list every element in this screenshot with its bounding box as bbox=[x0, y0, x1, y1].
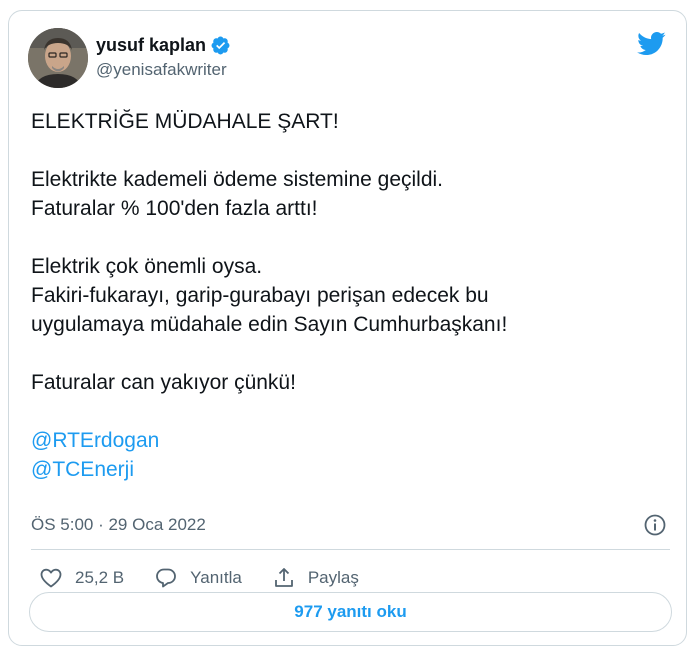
display-name[interactable]: yusuf kaplan bbox=[96, 35, 206, 56]
tweet-line: Elektrikte kademeli ödeme sistemine geçi… bbox=[31, 168, 444, 191]
mention-link-rterdogan[interactable]: @RTErdogan bbox=[31, 426, 671, 455]
avatar-image bbox=[28, 28, 88, 88]
tweet-line: uygulamaya müdahale edin Sayın Cumhurbaş… bbox=[31, 313, 508, 336]
heart-icon bbox=[40, 568, 62, 588]
timestamp-row: ÖS 5:00 · 29 Oca 2022 bbox=[31, 513, 679, 537]
like-count: 25,2 B bbox=[75, 568, 125, 587]
avatar[interactable] bbox=[28, 28, 88, 88]
author-names: yusuf kaplan @yenisafakwriter bbox=[96, 34, 231, 80]
tweet-header: yusuf kaplan @yenisafakwriter bbox=[26, 27, 670, 91]
display-name-row: yusuf kaplan bbox=[96, 34, 231, 56]
tweet-line: Fakiri-fukarayı, garip-gurabayı perişan … bbox=[31, 284, 489, 307]
verified-badge-icon bbox=[211, 36, 230, 54]
tweet-card: yusuf kaplan @yenisafakwriter ELEKTRİĞE … bbox=[8, 10, 687, 646]
tweet-text: ELEKTRİĞE MÜDAHALE ŞART! Elektrikte kade… bbox=[31, 107, 671, 484]
tweet-line: Elektrik çok önemli oysa. bbox=[31, 255, 263, 278]
author-handle[interactable]: @yenisafakwriter bbox=[96, 60, 231, 80]
tweet-line: ELEKTRİĞE MÜDAHALE ŞART! bbox=[31, 110, 339, 133]
divider bbox=[31, 549, 670, 550]
reply-button[interactable]: Yanıtla bbox=[154, 566, 242, 590]
tweet-line: Faturalar can yakıyor çünkü! bbox=[31, 371, 296, 394]
reply-bubble-icon bbox=[156, 568, 177, 588]
read-replies-button[interactable]: 977 yanıtı oku bbox=[29, 592, 672, 632]
share-icon bbox=[274, 568, 293, 587]
like-button[interactable]: 25,2 B bbox=[39, 566, 124, 590]
info-icon[interactable] bbox=[643, 513, 667, 537]
share-label: Paylaş bbox=[307, 568, 359, 587]
action-bar: 25,2 B Yanıtla Paylaş bbox=[39, 563, 389, 593]
mention-link-tcenerji[interactable]: @TCEnerji bbox=[31, 455, 671, 484]
share-button[interactable]: Paylaş bbox=[272, 566, 359, 590]
reply-label: Yanıtla bbox=[190, 568, 242, 587]
twitter-bird-icon[interactable] bbox=[636, 31, 666, 56]
tweet-timestamp[interactable]: ÖS 5:00 · 29 Oca 2022 bbox=[31, 515, 206, 535]
tweet-line: Faturalar % 100'den fazla arttı! bbox=[31, 197, 318, 220]
